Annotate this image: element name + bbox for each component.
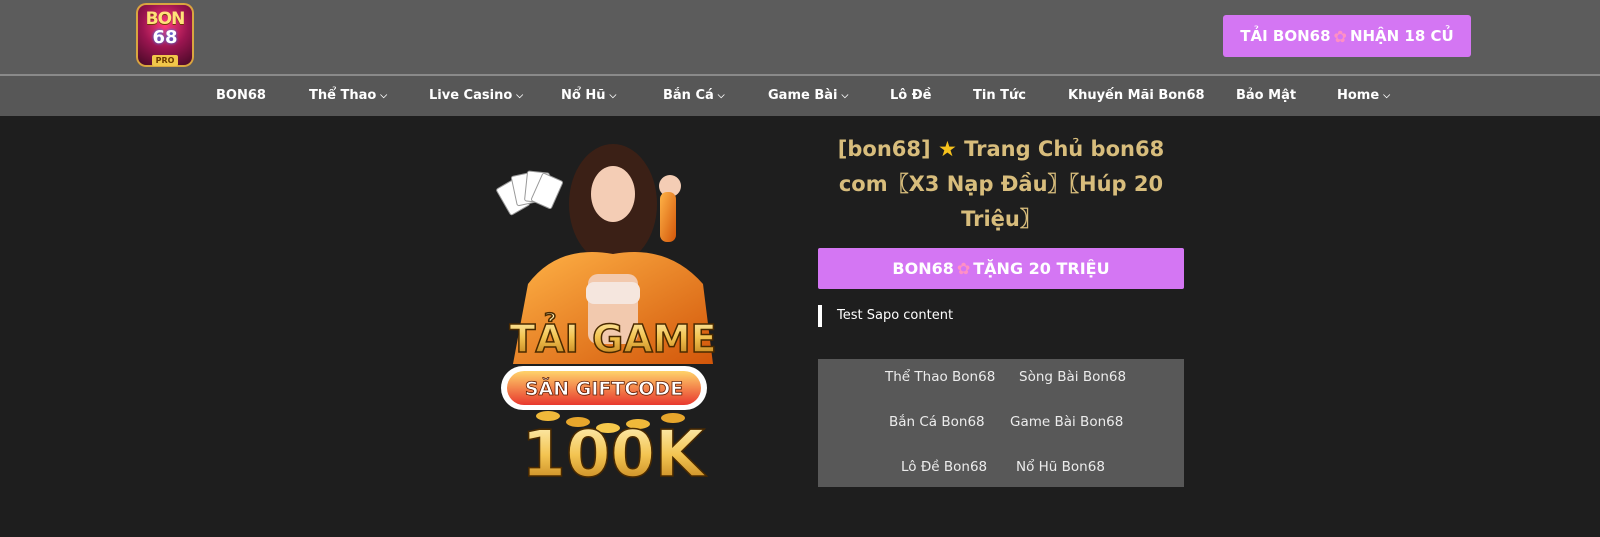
nav-item-the-thao[interactable]: Thể Thao ⌵ <box>309 76 387 116</box>
main-nav: BON68 Thể Thao ⌵ Live Casino ⌵ Nổ Hũ ⌵ Bắn … <box>0 76 1600 116</box>
banner-line1: TẢI GAME <box>509 313 716 361</box>
logo-top-text: BON <box>145 9 186 29</box>
nav-item-label: Bắn Cá <box>663 88 714 103</box>
nav-item-live-casino[interactable]: Live Casino ⌵ <box>429 76 523 116</box>
title-line2: com〖X3 Nạp Đầu〗〖Húp 20 <box>838 172 1164 196</box>
category-links-panel: Thể Thao Bon68 Sòng Bài Bon68 Bắn Cá Bon… <box>818 359 1184 487</box>
title-line3: Triệu〗 <box>961 207 1041 231</box>
flower-icon: ✿ <box>956 259 971 278</box>
title-line1-a: [bon68] <box>837 137 931 161</box>
star-icon: ★ <box>937 137 957 161</box>
nav-item-bao-mat[interactable]: Bảo Mật <box>1236 76 1296 116</box>
nav-item-lo-de[interactable]: Lô Đề <box>890 76 931 116</box>
nav-item-label: Bảo Mật <box>1236 88 1297 103</box>
site-header: BON 68 PRO TẢI BON68 ✿ NHẬN 18 CỦ <box>0 0 1600 76</box>
chevron-down-icon: ⌵ <box>717 91 725 101</box>
link-game-bai-bon68[interactable]: Game Bài Bon68 <box>1010 414 1123 430</box>
banner-badge-text: SĂN GIFTCODE <box>525 376 683 400</box>
nav-item-game-bai[interactable]: Game Bài ⌵ <box>768 76 848 116</box>
nav-item-label: Khuyến Mãi Bon68 <box>1068 88 1205 103</box>
nav-item-label: Home <box>1337 88 1380 103</box>
promo-banner-image[interactable]: TẢI GAME SĂN GIFTCODE 100K <box>488 134 738 494</box>
link-lo-de-bon68[interactable]: Lô Đề Bon68 <box>901 459 987 475</box>
logo-number: 68 <box>152 27 178 48</box>
nav-item-label: Game Bài <box>768 88 838 103</box>
nav-item-label: Lô Đề <box>890 88 932 103</box>
sapo-text: Test Sapo content <box>818 305 953 327</box>
main-cta-label-right: TẶNG 20 TRIỆU <box>973 259 1110 278</box>
link-no-hu-bon68[interactable]: Nổ Hũ Bon68 <box>1016 459 1105 475</box>
nav-item-label: Tin Tức <box>973 88 1026 103</box>
main-cta-label-left: BON68 <box>892 259 954 278</box>
nav-item-label: Nổ Hũ <box>561 88 606 103</box>
face-shape <box>591 166 635 222</box>
download-button-label-left: TẢI BON68 <box>1240 27 1331 45</box>
logo-tag: PRO <box>152 55 178 66</box>
bon68-logo[interactable]: BON 68 PRO <box>136 3 194 67</box>
nav-item-khuyen-mai[interactable]: Khuyến Mãi Bon68 <box>1068 76 1205 116</box>
link-ban-ca-bon68[interactable]: Bắn Cá Bon68 <box>889 414 985 430</box>
chevron-down-icon: ⌵ <box>380 91 388 101</box>
nav-item-home[interactable]: Home ⌵ <box>1337 76 1390 116</box>
link-the-thao-bon68[interactable]: Thể Thao Bon68 <box>885 369 995 385</box>
nav-item-no-hu[interactable]: Nổ Hũ ⌵ <box>561 76 616 116</box>
banner-amount: 100K <box>521 418 707 492</box>
chevron-down-icon: ⌵ <box>609 91 617 101</box>
flower-icon: ✿ <box>1333 26 1347 46</box>
nav-item-label: Live Casino <box>429 88 513 103</box>
nav-item-tin-tuc[interactable]: Tin Tức <box>973 76 1026 116</box>
top-shape <box>586 282 640 304</box>
nav-item-bon68[interactable]: BON68 <box>216 76 266 116</box>
nav-item-label: BON68 <box>216 88 266 103</box>
chevron-down-icon: ⌵ <box>841 91 849 101</box>
chevron-down-icon: ⌵ <box>1383 91 1391 101</box>
download-bon68-button[interactable]: TẢI BON68 ✿ NHẬN 18 CỦ <box>1223 15 1471 57</box>
link-song-bai-bon68[interactable]: Sòng Bài Bon68 <box>1019 369 1126 385</box>
playing-cards-icon <box>496 170 564 216</box>
chevron-down-icon: ⌵ <box>516 91 524 101</box>
raised-arm-shape <box>660 192 676 242</box>
download-button-label-right: NHẬN 18 CỦ <box>1349 27 1454 45</box>
nav-item-ban-ca[interactable]: Bắn Cá ⌵ <box>663 76 725 116</box>
title-line1-b: Trang Chủ bon68 <box>964 137 1165 161</box>
nav-item-label: Thể Thao <box>309 88 377 103</box>
bon68-gift-button[interactable]: BON68 ✿ TẶNG 20 TRIỆU <box>818 248 1184 289</box>
page-title: [bon68] ★ Trang Chủ bon68 com〖X3 Nạp Đầu… <box>818 132 1184 237</box>
